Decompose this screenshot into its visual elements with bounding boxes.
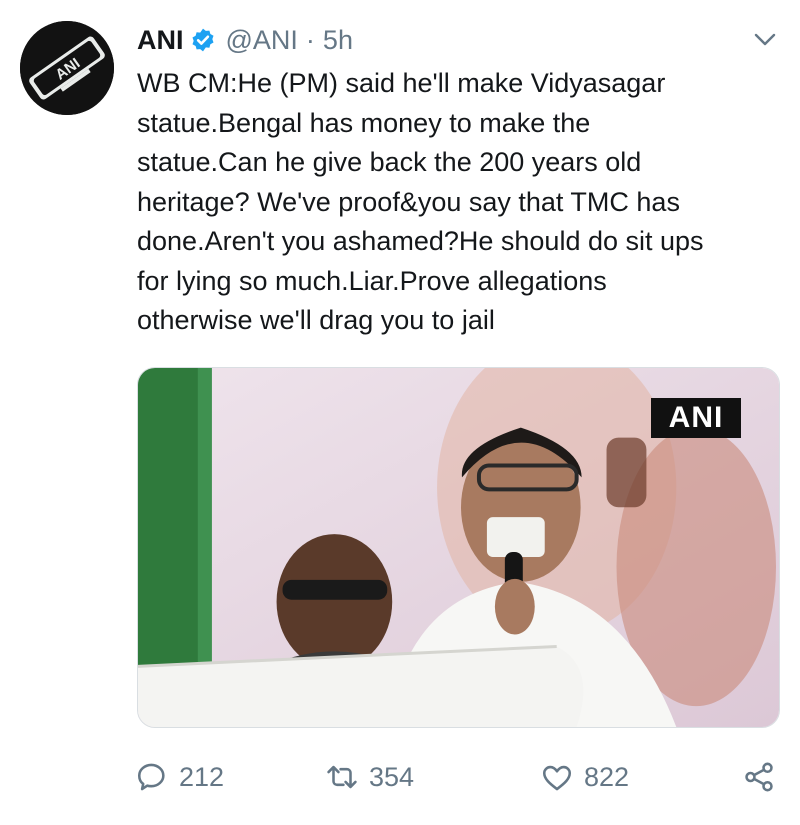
share-icon [745,762,773,792]
tweet-actions-bar: 212 354 822 [0,752,800,802]
media-watermark: ANI [651,398,741,438]
author-avatar[interactable]: ANI [20,21,114,115]
reply-button[interactable]: 212 [135,752,224,802]
tweet-text-line: otherwise we'll drag you to jail [137,305,495,335]
verified-badge-icon [190,27,216,53]
tweet-text-line: statue.Bengal has money to make the [137,107,591,138]
author-name[interactable]: ANI [137,25,184,56]
tweet-text-line: WB CM:He (PM) said he'll make Vidyasagar [137,68,666,98]
tweet-text-line: done.Aren't you ashamed?He should do sit… [137,226,704,256]
reply-count: 212 [179,761,225,792]
tweet-text-line: statue.Can he give back the 200 years ol… [137,147,642,177]
ani-logo: ANI [20,21,114,115]
share-button[interactable] [742,752,776,802]
like-button[interactable]: 822 [540,752,629,802]
more-caret-icon[interactable] [752,30,778,50]
tweet-text-line: for lying so much.Liar.Prove allegations [137,265,607,296]
retweet-button[interactable]: 354 [325,752,414,802]
author-handle[interactable]: @ANI [226,25,298,56]
tweet-media-image[interactable]: ANI [137,367,780,728]
tweet-timestamp[interactable]: 5h [323,25,353,56]
like-count: 822 [584,761,630,792]
reply-icon [137,763,165,791]
like-icon [542,765,572,791]
header-separator: · [305,24,315,55]
retweet-icon [327,765,357,789]
tweet-text: WB CM:He (PM) said he'll make Vidyasagar… [137,64,787,341]
tweet-header: ANI @ANI · 5h [137,18,353,62]
tweet-text-line: heritage? We've proof&you say that TMC h… [137,186,680,217]
retweet-count: 354 [369,761,415,792]
tweet-card: ANI ANI @ANI · 5h WB CM:He (PM) said he'… [0,0,800,825]
